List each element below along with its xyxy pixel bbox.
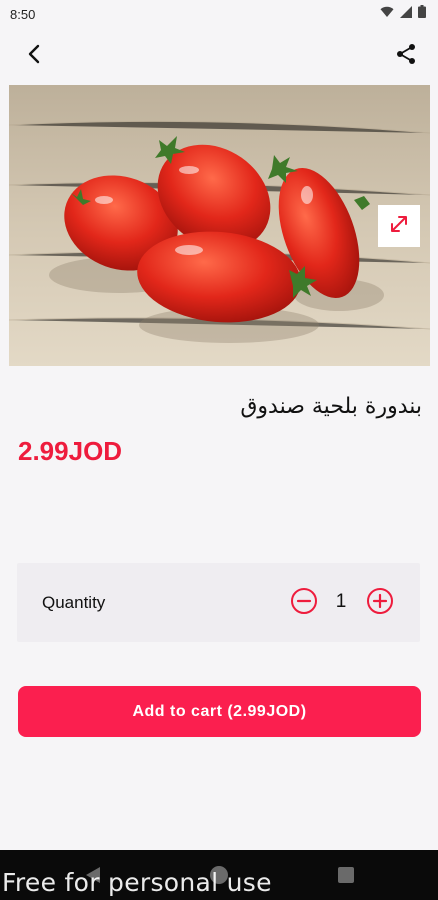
status-bar: 8:50 bbox=[0, 0, 438, 28]
product-image[interactable] bbox=[9, 85, 430, 366]
product-price: 2.99JOD bbox=[18, 436, 123, 466]
quantity-label: Quantity bbox=[42, 593, 106, 612]
expand-icon bbox=[389, 214, 409, 239]
battery-icon bbox=[418, 5, 426, 23]
increase-quantity-button[interactable] bbox=[365, 587, 395, 620]
share-button[interactable] bbox=[392, 42, 420, 70]
quantity-value: 1 bbox=[335, 591, 347, 612]
share-icon bbox=[395, 43, 417, 70]
add-to-cart-button[interactable]: Add to cart (2.99JOD) bbox=[18, 686, 421, 737]
minus-circle-icon bbox=[290, 587, 318, 620]
back-button[interactable] bbox=[20, 42, 48, 70]
plus-circle-icon bbox=[366, 587, 394, 620]
product-name: بندورة بلحية صندوق bbox=[240, 394, 422, 419]
watermark: Free for personal use bbox=[2, 868, 272, 897]
expand-button[interactable] bbox=[378, 205, 420, 247]
app-bar bbox=[0, 30, 438, 82]
wifi-icon bbox=[380, 5, 394, 23]
nav-recent-icon[interactable] bbox=[338, 867, 354, 883]
signal-icon bbox=[400, 5, 412, 23]
chevron-left-icon bbox=[27, 44, 41, 69]
decrease-quantity-button[interactable] bbox=[289, 587, 319, 620]
quantity-selector: Quantity 1 bbox=[17, 563, 420, 642]
status-time: 8:50 bbox=[10, 6, 36, 22]
status-icons bbox=[380, 5, 426, 23]
